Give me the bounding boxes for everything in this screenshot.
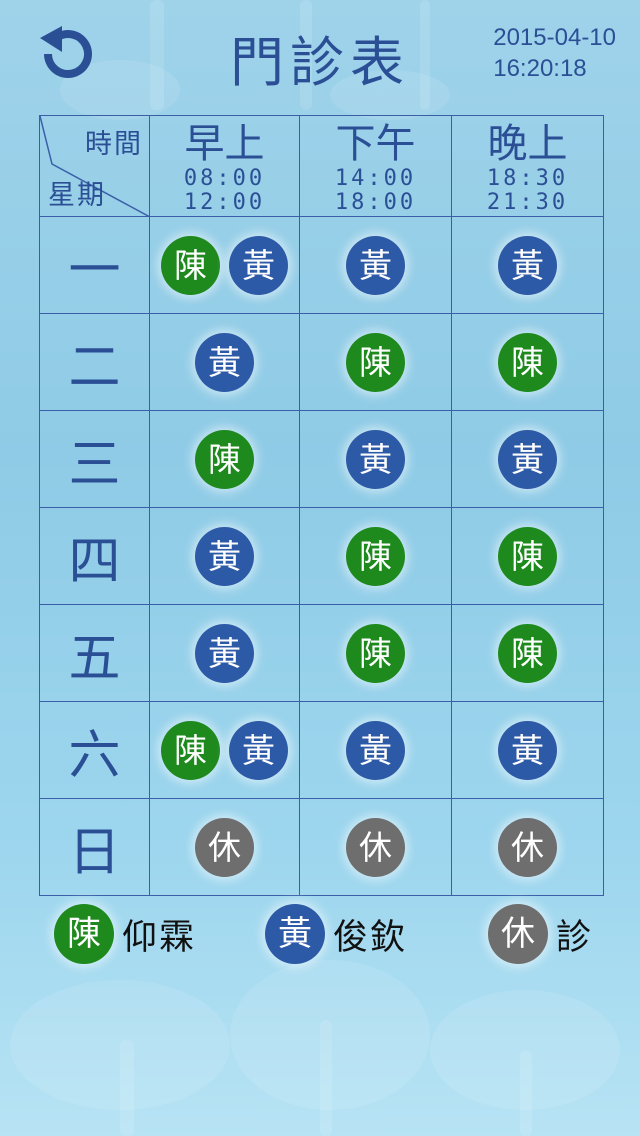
schedule-cell: 黃 [451, 410, 604, 508]
slot-end-time: 18:00 [334, 190, 417, 215]
closed-badge: 休 [195, 817, 254, 877]
day-label: 一 [39, 216, 150, 314]
table-header-row: 時間 星期 早上 08:00 12:00 下午 14:00 18:00 晚上 1… [39, 115, 604, 217]
legend-label: 仰霖 [122, 917, 197, 958]
legend: 陳 仰霖 黃 俊欽 休 診 [0, 903, 640, 965]
schedule-cell: 陳 [451, 604, 604, 702]
corner-time-label: 時間 [85, 129, 143, 160]
schedule-cell: 黃 [299, 410, 452, 508]
doctor-chen-badge: 陳 [346, 623, 405, 683]
slot-end-time: 21:30 [486, 190, 569, 215]
tree-trunk [520, 1050, 532, 1136]
legend-item-huang: 黃 俊欽 [265, 903, 407, 965]
current-date: 2015-04-10 [493, 24, 616, 51]
schedule-cell: 黃 [299, 216, 452, 314]
doctor-chen-badge: 陳 [498, 623, 557, 683]
corner-day-label: 星期 [48, 180, 106, 211]
day-label: 三 [39, 410, 150, 508]
tree-trunk [320, 1020, 332, 1136]
tree-trunk [120, 1040, 134, 1136]
legend-chen-badge: 陳 [54, 904, 114, 964]
doctor-huang-badge: 黃 [346, 235, 405, 295]
schedule-cell: 休 [149, 798, 300, 896]
schedule-cell: 陳 黃 [149, 216, 300, 314]
schedule-cell: 陳 [299, 313, 452, 411]
doctor-huang-badge: 黃 [346, 429, 405, 489]
schedule-cell: 黃 [451, 216, 604, 314]
doctor-huang-badge: 黃 [498, 235, 557, 295]
clinic-schedule-table: 時間 星期 早上 08:00 12:00 下午 14:00 18:00 晚上 1… [39, 115, 604, 896]
doctor-chen-badge: 陳 [498, 526, 557, 586]
doctor-huang-badge: 黃 [346, 720, 405, 780]
schedule-cell: 陳 黃 [149, 701, 300, 799]
doctor-huang-badge: 黃 [498, 720, 557, 780]
schedule-cell: 黃 [149, 507, 300, 605]
legend-huang-badge: 黃 [265, 904, 325, 964]
schedule-cell: 黃 [299, 701, 452, 799]
doctor-chen-badge: 陳 [498, 332, 557, 392]
doctor-huang-badge: 黃 [229, 235, 288, 295]
schedule-cell: 陳 [451, 313, 604, 411]
schedule-cell: 休 [299, 798, 452, 896]
slot-start-time: 08:00 [183, 166, 266, 191]
day-label: 四 [39, 507, 150, 605]
schedule-cell: 休 [451, 798, 604, 896]
day-label: 六 [39, 701, 150, 799]
schedule-cell: 陳 [299, 604, 452, 702]
doctor-chen-badge: 陳 [161, 720, 220, 780]
slot-name: 下午 [335, 121, 416, 167]
table-row: 一 陳 黃 黃 黃 [39, 216, 604, 314]
doctor-huang-badge: 黃 [195, 623, 254, 683]
doctor-huang-badge: 黃 [229, 720, 288, 780]
table-row: 五 黃 陳 陳 [39, 604, 604, 702]
datetime-display: 2015-04-10 16:20:18 [493, 22, 616, 84]
table-row: 日 休 休 休 [39, 798, 604, 896]
schedule-cell: 陳 [299, 507, 452, 605]
doctor-chen-badge: 陳 [195, 429, 254, 489]
legend-label: 診 [556, 917, 594, 958]
schedule-cell: 黃 [149, 313, 300, 411]
schedule-cell: 黃 [451, 701, 604, 799]
slot-name: 早上 [184, 121, 265, 167]
doctor-huang-badge: 黃 [195, 526, 254, 586]
slot-header-morning: 早上 08:00 12:00 [149, 115, 300, 217]
header: 門診表 2015-04-10 16:20:18 [0, 0, 640, 112]
slot-header-evening: 晚上 18:30 21:30 [451, 115, 604, 217]
schedule-cell: 陳 [451, 507, 604, 605]
slot-start-time: 14:00 [334, 166, 417, 191]
day-label: 日 [39, 798, 150, 896]
doctor-chen-badge: 陳 [161, 235, 220, 295]
closed-badge: 休 [346, 817, 405, 877]
table-row: 二 黃 陳 陳 [39, 313, 604, 411]
corner-header-cell: 時間 星期 [39, 115, 150, 217]
doctor-huang-badge: 黃 [498, 429, 557, 489]
doctor-huang-badge: 黃 [195, 332, 254, 392]
legend-item-rest: 休 診 [488, 903, 593, 965]
current-time: 16:20:18 [493, 55, 587, 82]
closed-badge: 休 [498, 817, 557, 877]
doctor-chen-badge: 陳 [346, 526, 405, 586]
slot-end-time: 12:00 [183, 190, 266, 215]
slot-header-afternoon: 下午 14:00 18:00 [299, 115, 452, 217]
table-row: 三 陳 黃 黃 [39, 410, 604, 508]
table-row: 六 陳 黃 黃 黃 [39, 701, 604, 799]
table-row: 四 黃 陳 陳 [39, 507, 604, 605]
schedule-cell: 陳 [149, 410, 300, 508]
day-label: 二 [39, 313, 150, 411]
slot-start-time: 18:30 [486, 166, 569, 191]
day-label: 五 [39, 604, 150, 702]
slot-name: 晚上 [487, 121, 568, 167]
legend-rest-badge: 休 [488, 904, 548, 964]
legend-item-chen: 陳 仰霖 [54, 903, 196, 965]
doctor-chen-badge: 陳 [346, 332, 405, 392]
legend-label: 俊欽 [333, 917, 408, 958]
schedule-cell: 黃 [149, 604, 300, 702]
